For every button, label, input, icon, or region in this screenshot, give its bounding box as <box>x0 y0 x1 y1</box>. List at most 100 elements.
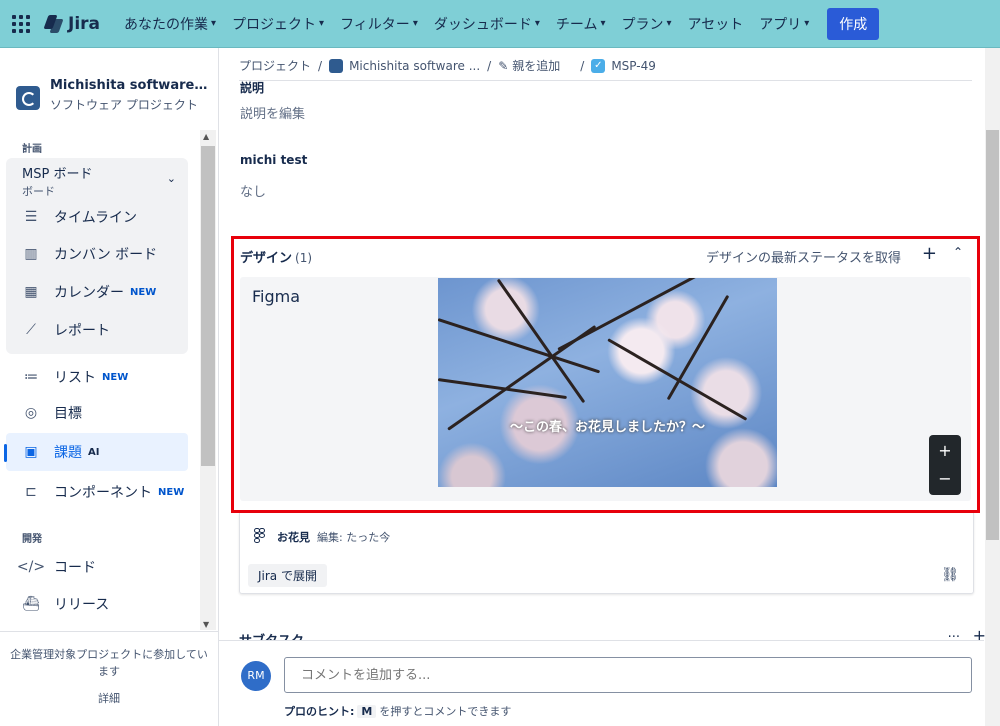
shortcut-key: M <box>357 705 377 718</box>
new-badge: NEW <box>158 486 185 498</box>
breadcrumb-issue-key[interactable]: MSP-49 <box>611 59 656 73</box>
nav-projects[interactable]: プロジェクト ▾ <box>224 0 332 48</box>
chart-line-icon: ⟋ <box>26 322 36 338</box>
add-icon[interactable]: + <box>922 243 937 264</box>
chevron-up-icon[interactable]: ⌃ <box>953 245 963 259</box>
learn-more-link[interactable]: 詳細 <box>0 690 218 706</box>
chevron-down-icon: ⌄ <box>166 172 176 185</box>
ship-icon: ⛴ <box>22 596 40 612</box>
chevron-down-icon: ▾ <box>666 18 672 29</box>
project-avatar-icon <box>329 58 344 73</box>
chevron-down-icon: ▾ <box>534 18 540 29</box>
breadcrumb-project[interactable]: Michishita software ... <box>349 59 480 73</box>
zoom-in-icon[interactable]: + <box>929 441 961 460</box>
task-checkbox-icon: ✓ <box>591 58 606 73</box>
nav-filters[interactable]: フィルター ▾ <box>332 0 426 48</box>
board-columns-icon: ▥ <box>24 246 38 262</box>
breadcrumb-projects[interactable]: プロジェクト <box>239 57 311 74</box>
chevron-down-icon: ▾ <box>600 18 606 29</box>
top-navigation: Jira あなたの作業 ▾ プロジェクト ▾ フィルター ▾ ダッシュボード ▾ チーム… <box>0 0 1000 48</box>
timeline-icon: ☰ <box>24 209 38 225</box>
design-file-card: お花見 編集: たった今 Jira で展開 ⛓ <box>239 513 974 594</box>
design-file-name[interactable]: お花見 <box>277 529 310 545</box>
nav-teams[interactable]: チーム ▾ <box>548 0 614 48</box>
board-title: MSP ボード <box>22 167 93 182</box>
sidebar-item-goals[interactable]: ◎ 目標 <box>22 401 82 425</box>
issues-icon: ▣ <box>24 444 38 460</box>
design-refresh-status-link[interactable]: デザインの最新ステータスを取得 <box>706 247 901 266</box>
comment-hint: プロのヒント: M を押すとコメントできます <box>284 705 512 718</box>
design-title: デザイン (1) <box>240 251 313 266</box>
issue-detail: プロジェクト / Michishita software ... / ✎ 親を追… <box>219 48 1000 726</box>
description-editor[interactable]: 説明を編集 <box>240 103 305 122</box>
zoom-controls: + − <box>929 435 961 495</box>
figma-icon <box>254 528 266 544</box>
sidebar-item-calendar[interactable]: ▦ カレンダー NEW <box>22 280 156 304</box>
design-panel: デザイン (1) デザインの最新ステータスを取得 + ⌃ Figma 〜この春、お… <box>231 236 980 513</box>
custom-field-label: michi test <box>240 153 308 167</box>
list-icon: ≔ <box>24 369 38 385</box>
pencil-icon: ✎ <box>498 58 509 73</box>
sidebar-item-components[interactable]: ⊏ コンポーネント NEW <box>22 480 184 504</box>
unlink-icon[interactable]: ⛓ <box>941 567 959 583</box>
nav-assets[interactable]: アセット <box>680 0 752 48</box>
avatar[interactable]: RM <box>241 661 271 691</box>
sidebar-item-list[interactable]: ≔ リスト NEW <box>22 365 128 389</box>
nav-plans[interactable]: プラン ▾ <box>614 0 680 48</box>
active-indicator <box>4 444 7 462</box>
jira-logo-icon <box>44 15 62 33</box>
project-avatar-icon <box>16 86 40 110</box>
new-badge: NEW <box>102 371 129 383</box>
divider <box>239 80 972 81</box>
component-icon: ⊏ <box>25 484 37 500</box>
add-parent-button[interactable]: 親を追加 <box>512 57 560 74</box>
comment-input[interactable] <box>284 657 972 693</box>
project-header[interactable]: Michishita software proj... ソフトウェア プロジェク… <box>16 78 210 113</box>
sidebar-item-reports[interactable]: ⟋ レポート <box>22 318 110 342</box>
board-subtitle: ボード <box>22 185 55 198</box>
sidebar-item-issues[interactable]: ▣ 課題 AI <box>22 440 99 464</box>
chevron-down-icon: ▾ <box>804 18 810 29</box>
sidebar-item-code[interactable]: </> コード <box>16 555 96 579</box>
section-development: 開発 <box>22 534 42 545</box>
nav-apps[interactable]: アプリ ▾ <box>751 0 817 48</box>
scroll-up-icon[interactable]: ▲ <box>203 132 209 141</box>
expand-in-jira-button[interactable]: Jira で展開 <box>248 564 327 587</box>
scroll-down-icon[interactable]: ▼ <box>203 620 209 629</box>
create-button[interactable]: 作成 <box>827 7 880 40</box>
app-switcher-icon[interactable] <box>12 14 32 34</box>
nav-dashboards[interactable]: ダッシュボード ▾ <box>426 0 548 48</box>
sidebar-scrollbar-thumb[interactable] <box>201 146 215 466</box>
managed-project-notice: 企業管理対象プロジェクトに参加しています <box>10 648 208 678</box>
zoom-out-icon[interactable]: − <box>929 469 961 488</box>
project-type: ソフトウェア プロジェクト <box>50 98 198 112</box>
design-edited-time: 編集: たった今 <box>317 531 391 544</box>
calendar-icon: ▦ <box>24 284 38 300</box>
jira-logo[interactable]: Jira <box>44 14 100 34</box>
chevron-down-icon: ▾ <box>412 18 418 29</box>
nav-your-work[interactable]: あなたの作業 ▾ <box>116 0 224 48</box>
custom-field-value[interactable]: なし <box>240 181 266 200</box>
new-badge: NEW <box>130 286 157 298</box>
sidebar: Michishita software proj... ソフトウェア プロジェク… <box>0 48 219 726</box>
sidebar-footer: 企業管理対象プロジェクトに参加しています 詳細 <box>0 631 218 726</box>
comment-area: RM プロのヒント:Mを押すとコメントできます <box>219 640 984 726</box>
ai-badge: AI <box>88 446 100 458</box>
breadcrumb: プロジェクト / Michishita software ... / ✎ 親を追… <box>239 57 656 74</box>
chevron-down-icon: ▾ <box>319 18 325 29</box>
image-caption: 〜この春、お花見しましたか？〜 <box>509 420 705 435</box>
figma-embed[interactable]: Figma 〜この春、お花見しましたか？〜 + − <box>240 277 971 501</box>
sidebar-item-timeline[interactable]: ☰ タイムライン <box>22 205 137 229</box>
design-count: (1) <box>295 251 313 265</box>
sidebar-item-kanban[interactable]: ▥ カンバン ボード <box>22 242 157 266</box>
cherry-blossom-image: 〜この春、お花見しましたか？〜 <box>438 278 777 487</box>
main-scrollbar-thumb[interactable] <box>986 130 999 540</box>
figma-label: Figma <box>252 287 301 306</box>
sidebar-item-releases[interactable]: ⛴ リリース <box>22 592 109 616</box>
code-icon: </> <box>16 559 46 575</box>
description-label: 説明 <box>240 81 265 95</box>
target-icon: ◎ <box>24 405 38 421</box>
chevron-down-icon: ▾ <box>211 18 217 29</box>
project-name: Michishita software proj... <box>50 78 210 93</box>
section-plan: 計画 <box>22 144 42 155</box>
